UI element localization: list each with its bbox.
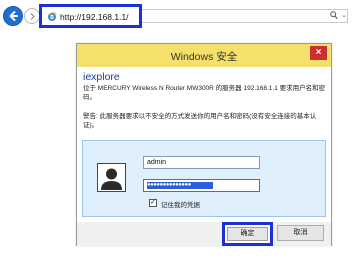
dialog-message: 位于 MERCURY Wireless N Router MW300R 的服务器… bbox=[83, 85, 326, 101]
credential-panel: admin ●●●●●●●●●●●●●● ✓ 记住我的凭据 bbox=[82, 140, 326, 217]
remember-credentials-checkbox[interactable]: ✓ bbox=[149, 199, 157, 207]
password-field[interactable]: ●●●●●●●●●●●●●● bbox=[143, 179, 260, 192]
ok-highlight-box: 确定 bbox=[222, 222, 273, 246]
forward-button[interactable] bbox=[24, 8, 40, 24]
username-field[interactable]: admin bbox=[143, 156, 260, 169]
back-arrow-icon bbox=[9, 11, 18, 21]
username-value: admin bbox=[147, 159, 167, 166]
dialog-title: Windows 安全 bbox=[170, 51, 238, 63]
windows-security-dialog: Windows 安全 × iexplore 位于 MERCURY Wireles… bbox=[76, 43, 332, 246]
dialog-heading: iexplore bbox=[83, 71, 120, 83]
search-dropdown-icon[interactable]: ⌄ bbox=[341, 11, 347, 20]
dialog-titlebar[interactable]: Windows 安全 × bbox=[77, 44, 331, 67]
browser-toolbar: http://192.168.1.1/ ⌄ bbox=[0, 0, 352, 34]
forward-arrow-icon bbox=[30, 12, 35, 20]
dialog-warning: 警告: 此服务器要求以不安全的方式发送你的用户名和密码(没有安全连接的基本认证)… bbox=[83, 113, 317, 129]
cancel-button[interactable]: 取消 bbox=[277, 225, 324, 241]
ie-logo-icon bbox=[47, 12, 57, 21]
search-icon[interactable] bbox=[330, 11, 338, 20]
remember-credentials-label: 记住我的凭据 bbox=[161, 202, 200, 209]
url-text: http://192.168.1.1/ bbox=[60, 12, 129, 22]
user-avatar-icon bbox=[97, 163, 126, 192]
close-icon: × bbox=[315, 47, 322, 58]
close-button[interactable]: × bbox=[310, 46, 327, 60]
url-highlight-box[interactable]: http://192.168.1.1/ bbox=[39, 4, 142, 28]
back-button[interactable] bbox=[3, 6, 23, 26]
password-value: ●●●●●●●●●●●●●● bbox=[147, 182, 213, 189]
ok-button[interactable]: 确定 bbox=[227, 227, 268, 241]
